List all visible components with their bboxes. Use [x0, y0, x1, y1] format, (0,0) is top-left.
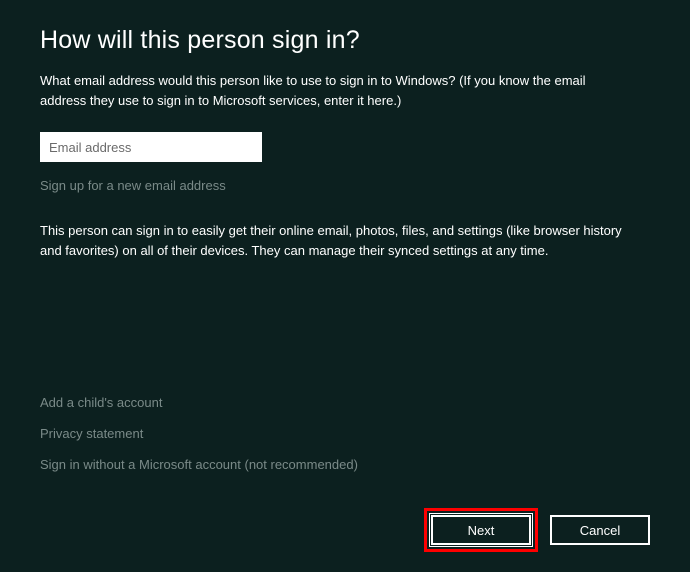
privacy-statement-link[interactable]: Privacy statement — [40, 426, 358, 441]
dialog-container: How will this person sign in? What email… — [0, 0, 690, 572]
bottom-links: Add a child's account Privacy statement … — [40, 395, 358, 488]
signup-link[interactable]: Sign up for a new email address — [40, 178, 650, 193]
intro-text: What email address would this person lik… — [40, 71, 620, 110]
description-text: This person can sign in to easily get th… — [40, 221, 640, 260]
next-button[interactable]: Next — [431, 515, 531, 545]
page-title: How will this person sign in? — [40, 26, 650, 55]
email-field[interactable] — [40, 132, 262, 162]
cancel-button[interactable]: Cancel — [550, 515, 650, 545]
signin-without-ms-link[interactable]: Sign in without a Microsoft account (not… — [40, 457, 358, 472]
button-row: Next Cancel — [424, 508, 650, 552]
next-button-highlight: Next — [424, 508, 538, 552]
add-child-account-link[interactable]: Add a child's account — [40, 395, 358, 410]
